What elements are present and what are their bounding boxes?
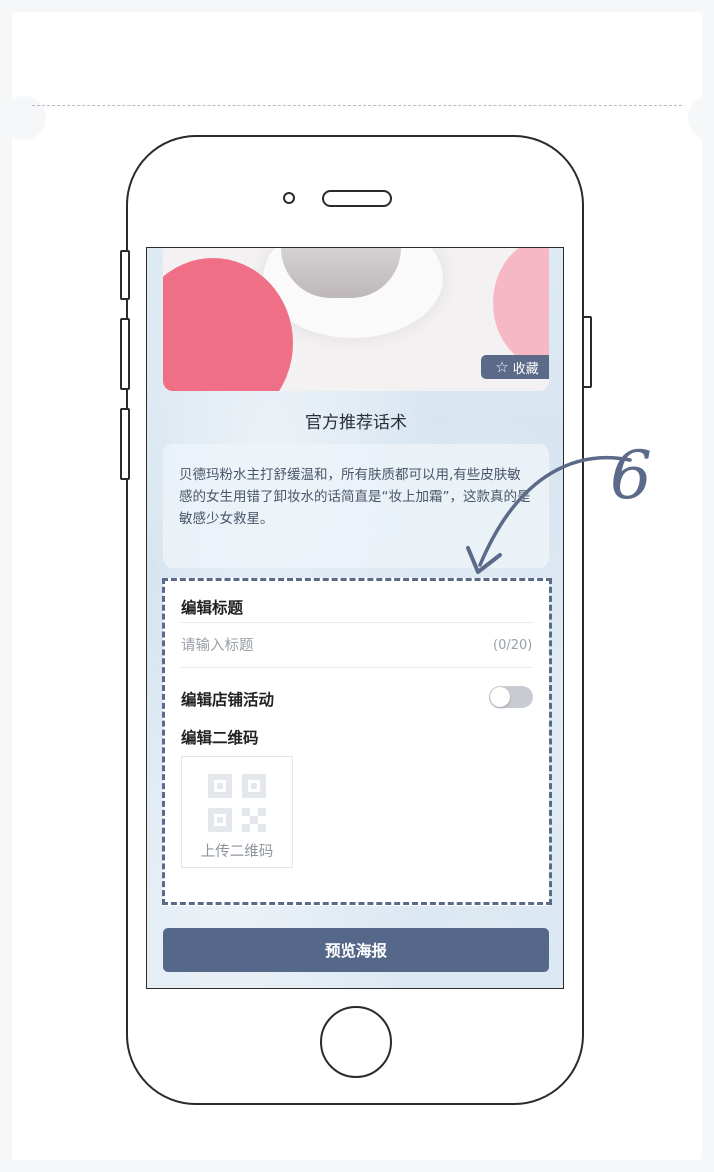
card-notch-right	[688, 96, 714, 140]
card-divider	[32, 105, 682, 106]
phone-volume-up	[120, 318, 130, 390]
annotation-arrow: 6	[466, 437, 652, 574]
phone-mute-switch	[120, 250, 130, 300]
preview-poster-button[interactable]: 预览海报	[163, 928, 549, 972]
highlight-frame	[162, 578, 552, 905]
favorite-label: 收藏	[512, 361, 539, 377]
phone-volume-down	[120, 408, 130, 480]
card-notch-left	[2, 96, 46, 140]
phone-power-button	[582, 316, 592, 388]
star-icon: ☆	[495, 357, 509, 376]
phone-camera	[283, 192, 295, 204]
phone-speaker	[322, 190, 392, 207]
favorite-button[interactable]: ☆ 收藏	[481, 355, 549, 379]
phone-home-button	[320, 1006, 392, 1078]
annotation-number: 6	[610, 437, 652, 514]
product-hero-image: ☆ 收藏	[163, 248, 549, 391]
